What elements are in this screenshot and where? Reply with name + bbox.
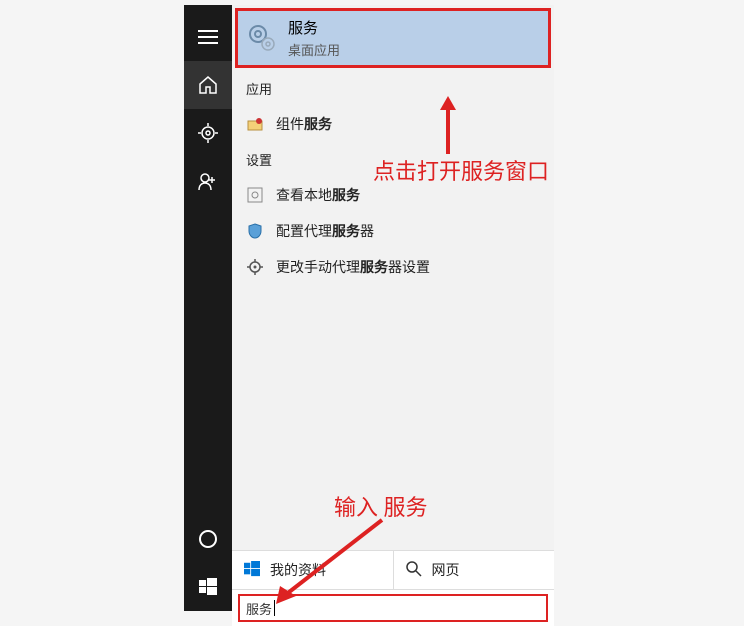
result-manual-proxy[interactable]: 更改手动代理服务器设置 <box>232 249 554 285</box>
tab-my-stuff[interactable]: 我的资料 <box>232 551 394 589</box>
services-icon <box>246 22 278 54</box>
search-input[interactable]: 服务 <box>238 594 548 622</box>
windows-start-button[interactable] <box>184 563 232 611</box>
best-match-subtitle: 桌面应用 <box>288 40 340 59</box>
best-match-title: 服务 <box>288 17 340 38</box>
settings-section-header: 设置 <box>232 142 554 177</box>
gear-box-icon <box>246 186 264 204</box>
feedback-nav-button[interactable] <box>184 157 232 205</box>
result-label: 组件服务 <box>276 114 332 134</box>
cortana-button[interactable] <box>184 515 232 563</box>
start-sidebar <box>184 5 232 611</box>
apps-section-header: 应用 <box>232 71 554 106</box>
result-component-services[interactable]: 组件服务 <box>232 106 554 142</box>
tab-label: 我的资料 <box>270 560 326 580</box>
gear-icon <box>246 258 264 276</box>
result-proxy-server[interactable]: 配置代理服务器 <box>232 213 554 249</box>
result-view-local-services[interactable]: 查看本地服务 <box>232 177 554 213</box>
search-icon <box>406 561 422 580</box>
tab-label: 网页 <box>432 560 460 580</box>
tab-web[interactable]: 网页 <box>394 551 555 589</box>
best-match-result[interactable]: 服务 桌面应用 <box>235 8 551 68</box>
home-button[interactable] <box>184 61 232 109</box>
hamburger-button[interactable] <box>184 13 232 61</box>
result-label: 更改手动代理服务器设置 <box>276 257 430 277</box>
search-results-panel: 服务 桌面应用 应用 组件服务 设置 查看本地服务 配置代理服务器 <box>232 5 554 611</box>
settings-nav-button[interactable] <box>184 109 232 157</box>
component-services-icon <box>246 115 264 133</box>
windows-logo-icon <box>244 561 260 580</box>
text-caret <box>274 600 275 616</box>
search-row: 服务 <box>232 590 554 626</box>
result-label: 配置代理服务器 <box>276 221 374 241</box>
result-label: 查看本地服务 <box>276 185 360 205</box>
scope-tabs: 我的资料 网页 <box>232 550 554 590</box>
search-value: 服务 <box>246 599 272 618</box>
shield-icon <box>246 222 264 240</box>
